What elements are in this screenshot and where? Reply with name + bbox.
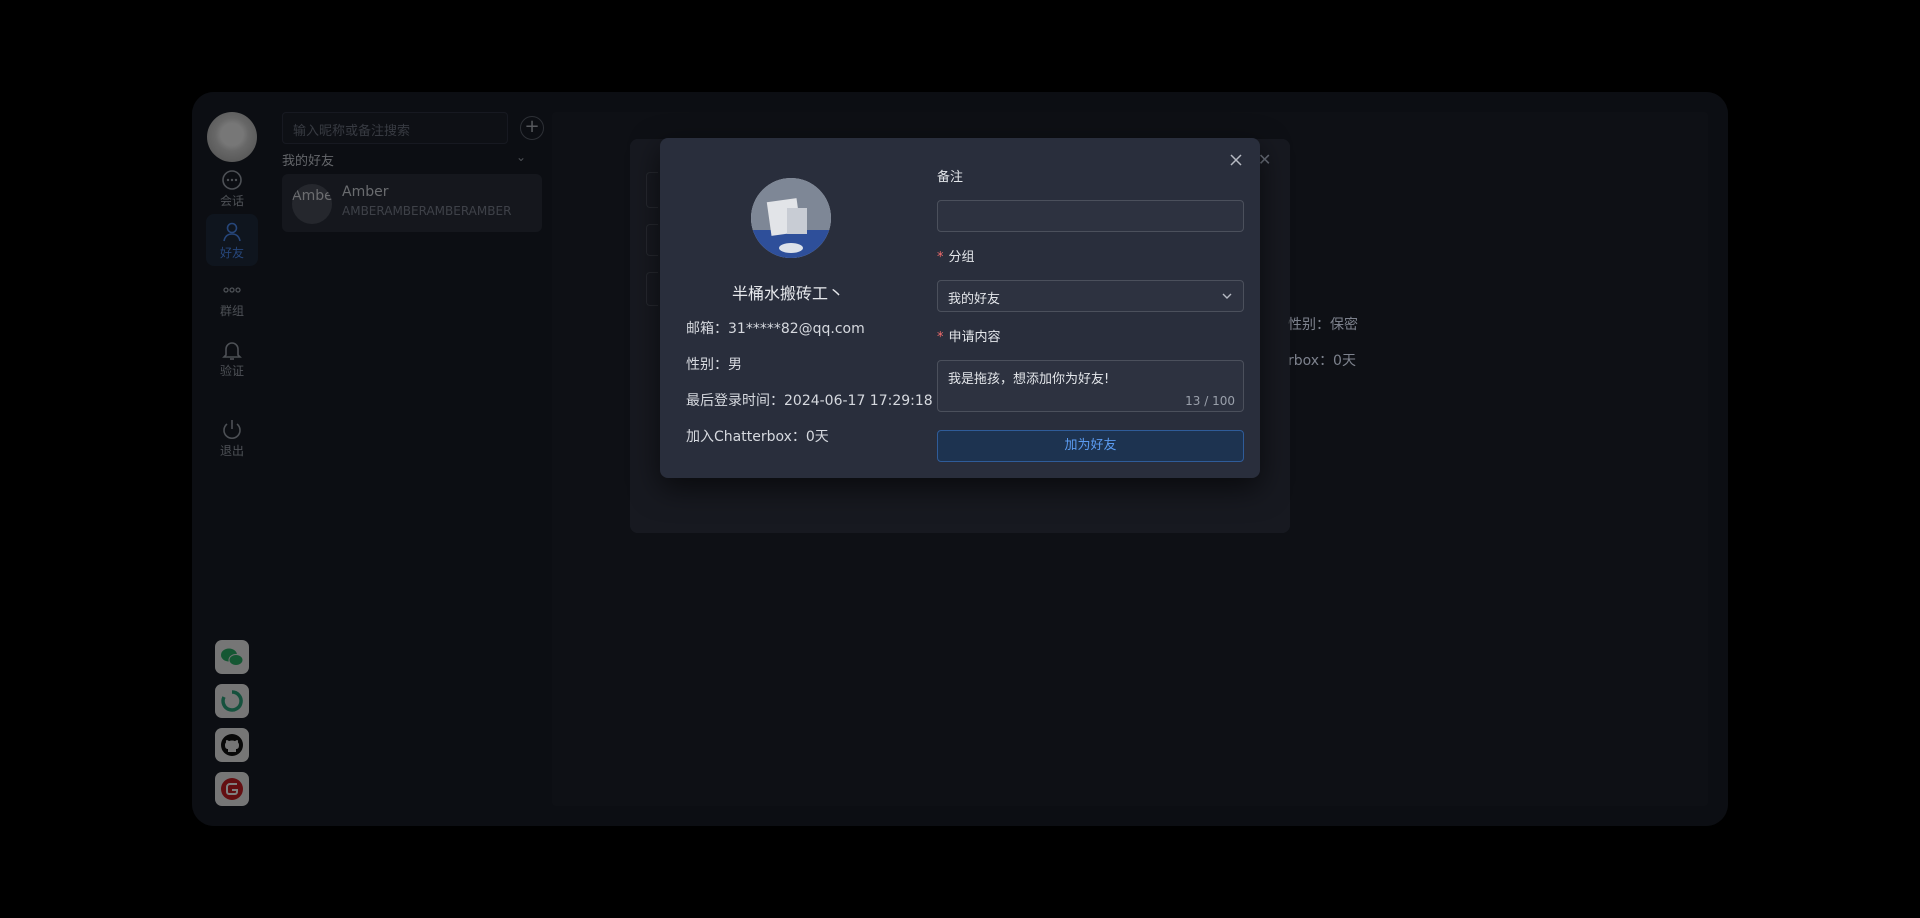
- message-text: 我是拖孩，想添加你为好友!: [948, 372, 1110, 387]
- nav-item-chat[interactable]: 会话: [206, 162, 258, 214]
- search-input[interactable]: 输入昵称或备注搜索: [282, 112, 508, 144]
- profile-last-login: 最后登录时间：2024-06-17 17:29:18: [686, 393, 933, 409]
- message-textarea[interactable]: 我是拖孩，想添加你为好友! 13 / 100: [937, 360, 1244, 412]
- profile-photo: [751, 178, 831, 258]
- friend-signature: AMBERAMBERAMBERAMBER: [342, 204, 512, 218]
- profile-avatar: [751, 178, 831, 258]
- nav-label-groups: 群组: [219, 304, 244, 318]
- sidebar-nav: 会话 好友 群组 验证 退出: [192, 92, 272, 826]
- friend-avatar: Amber: [292, 184, 332, 224]
- nav-item-groups[interactable]: 群组: [206, 272, 258, 324]
- friend-name: Amber: [342, 184, 389, 200]
- message-counter: 13 / 100: [1185, 394, 1235, 408]
- group-title[interactable]: 我的好友: [282, 150, 334, 169]
- nav-item-verify[interactable]: 验证: [206, 332, 258, 384]
- profile-join-days: 加入Chatterbox：0天: [686, 429, 829, 445]
- message-label: * 申请内容: [937, 330, 1001, 345]
- github-icon: [221, 734, 243, 756]
- my-avatar[interactable]: [207, 112, 257, 162]
- friend-list-panel: 输入昵称或备注搜索 + 我的好友 ⌄ Amber Amber AMBERAMBE…: [272, 92, 544, 826]
- add-friend-dialog: 半桶水搬砖工丶 邮箱：31*****82@qq.com 性别：男 最后登录时间：…: [660, 138, 1260, 478]
- group-select[interactable]: 我的好友: [937, 280, 1244, 312]
- background-gender-text: 性别：保密: [1288, 317, 1358, 333]
- background-join-text: rbox：0天: [1288, 353, 1356, 369]
- background-close-icon: ✕: [1258, 150, 1272, 169]
- profile-gender: 性别：男: [686, 357, 742, 373]
- remark-label: 备注: [937, 170, 964, 185]
- group-dots-icon: [223, 287, 241, 293]
- gitee-icon: [221, 778, 243, 800]
- bell-icon: [222, 342, 242, 360]
- nav-label-chat: 会话: [219, 194, 244, 208]
- chat-icon: [222, 170, 242, 190]
- nav-label-friends: 好友: [219, 246, 244, 260]
- github-link[interactable]: [215, 728, 249, 762]
- chevron-down-icon: [1222, 293, 1232, 299]
- remark-input[interactable]: [937, 200, 1244, 232]
- profile-nickname: 半桶水搬砖工丶: [731, 284, 844, 303]
- power-icon: [223, 420, 241, 439]
- nav-label-logout: 退出: [219, 444, 244, 458]
- group-label: * 分组: [937, 250, 975, 265]
- plus-icon: +: [524, 116, 540, 137]
- group-select-value: 我的好友: [948, 292, 1001, 307]
- user-icon: [223, 222, 241, 242]
- nav-item-logout[interactable]: 退出: [206, 412, 258, 464]
- nav-item-friends[interactable]: 好友: [206, 214, 258, 266]
- add-friend-button[interactable]: +: [520, 116, 544, 140]
- wechat-link[interactable]: [215, 640, 249, 674]
- profile-email: 邮箱：31*****82@qq.com: [686, 321, 865, 337]
- friend-list-item[interactable]: Amber Amber AMBERAMBERAMBERAMBER: [282, 174, 542, 232]
- loop-icon: [221, 690, 243, 712]
- wechat-icon: [221, 648, 244, 666]
- nav-label-verify: 验证: [219, 364, 244, 378]
- gitee-link[interactable]: [215, 772, 249, 806]
- loop-link[interactable]: [215, 684, 249, 718]
- add-friend-submit-button[interactable]: 加为好友: [937, 430, 1244, 462]
- chevron-down-icon[interactable]: ⌄: [516, 150, 526, 164]
- close-icon[interactable]: [1226, 150, 1246, 170]
